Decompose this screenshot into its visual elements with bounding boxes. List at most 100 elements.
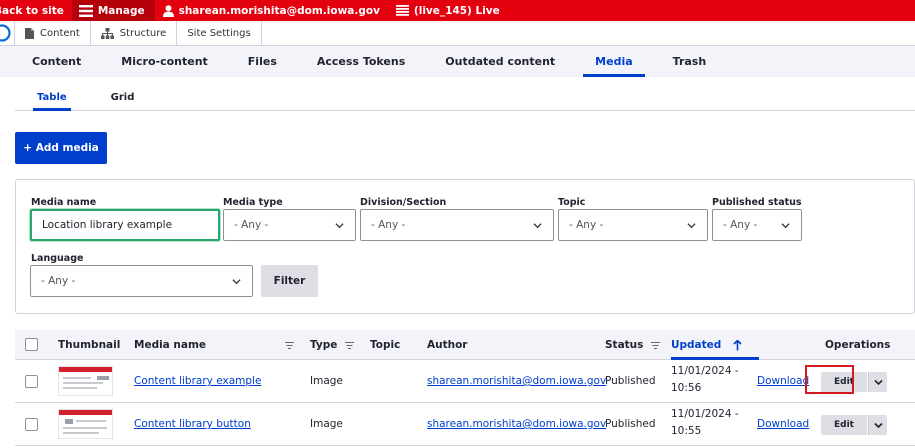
column-label: Topic	[370, 339, 401, 351]
updated-time: 10:56	[671, 382, 702, 394]
tab-label: Micro-content	[121, 55, 208, 68]
filter-button[interactable]: Filter	[261, 265, 318, 297]
select-all-checkbox[interactable]	[25, 338, 38, 351]
back-to-site-link[interactable]: Back to site	[0, 0, 72, 21]
language-label: Language	[31, 253, 84, 264]
media-name-value: Location library example	[42, 219, 173, 231]
add-media-button[interactable]: + Add media	[15, 132, 107, 164]
media-name-link[interactable]: Content library button	[134, 418, 251, 430]
operations-dropdown-button[interactable]	[868, 415, 887, 435]
division-select[interactable]: - Any -	[360, 209, 554, 241]
division-value: - Any -	[371, 219, 406, 231]
tab-files[interactable]: Files	[228, 46, 297, 77]
admin-toolbar: Back to site Manage sharean.morishita@do…	[0, 0, 915, 21]
author-link[interactable]: sharean.morishita@dom.iowa.gov	[427, 375, 606, 387]
user-menu[interactable]: sharean.morishita@dom.iowa.gov	[155, 0, 388, 21]
tab-label: Outdated content	[445, 55, 556, 68]
chevron-down-icon	[687, 223, 696, 229]
arrow-up-icon	[733, 339, 742, 351]
chevron-down-icon	[873, 422, 883, 428]
operations-dropdown-button[interactable]	[868, 372, 887, 392]
status-text: Published	[605, 375, 656, 387]
row-checkbox[interactable]	[25, 375, 38, 388]
media-type: Image	[310, 418, 343, 430]
chevron-down-icon	[781, 223, 790, 229]
tab-micro-content[interactable]: Micro-content	[101, 46, 228, 77]
list-icon	[395, 5, 409, 16]
media-name-input[interactable]: Location library example	[30, 209, 220, 241]
media-type-select[interactable]: - Any -	[223, 209, 356, 241]
media-type-value: - Any -	[234, 219, 269, 231]
updated-date: 11/01/2024 -	[671, 365, 739, 377]
tab-media[interactable]: Media	[575, 46, 652, 77]
file-icon	[25, 27, 34, 39]
author-link[interactable]: sharean.morishita@dom.iowa.gov	[427, 418, 606, 430]
secondary-tabs: Table Grid	[15, 86, 915, 111]
edit-button[interactable]: Edit	[821, 415, 867, 435]
column-status[interactable]: Status	[605, 330, 661, 360]
column-label: Type	[310, 339, 338, 351]
column-media-name[interactable]: Media name	[134, 330, 294, 360]
published-status-label: Published status	[712, 197, 802, 208]
column-label: Author	[427, 339, 468, 351]
updated-date: 11/01/2024 -	[671, 408, 739, 420]
drupal-logo-icon[interactable]	[0, 21, 14, 45]
column-topic: Topic	[370, 330, 400, 360]
media-type-label: Media type	[223, 197, 283, 208]
row-checkbox[interactable]	[25, 418, 38, 431]
environment-label: (live_145) Live	[413, 4, 500, 17]
tray-item-content[interactable]: Content	[14, 21, 91, 45]
column-label: Media name	[134, 339, 207, 351]
tab-label: Files	[247, 55, 277, 68]
language-select[interactable]: - Any -	[30, 265, 253, 297]
status-text: Published	[605, 418, 656, 430]
tab-label: Access Tokens	[316, 55, 406, 68]
column-label: Thumbnail	[58, 339, 121, 351]
tab-content[interactable]: Content	[12, 46, 101, 77]
tab-access-tokens[interactable]: Access Tokens	[297, 46, 425, 77]
tab-table[interactable]: Table	[15, 86, 89, 111]
manage-button[interactable]: Manage	[71, 0, 155, 21]
column-label: Updated	[671, 339, 722, 351]
tray-item-label: Content	[40, 27, 80, 39]
media-name-label: Media name	[31, 197, 97, 208]
tab-grid[interactable]: Grid	[89, 86, 157, 110]
tray-item-structure[interactable]: Structure	[91, 21, 178, 45]
sort-icon	[651, 341, 661, 349]
chevron-down-icon	[533, 223, 542, 229]
sort-icon	[345, 341, 355, 349]
user-icon	[162, 4, 174, 17]
back-to-site-label: Back to site	[0, 4, 64, 17]
chevron-down-icon	[232, 279, 241, 285]
hamburger-icon	[78, 4, 93, 17]
published-status-select[interactable]: - Any -	[712, 209, 802, 241]
tab-outdated-content[interactable]: Outdated content	[425, 46, 575, 77]
filter-panel: Media name Location library example Medi…	[15, 179, 915, 314]
download-link[interactable]: Download	[757, 418, 809, 430]
thumbnail-image	[58, 366, 113, 396]
tab-trash[interactable]: Trash	[653, 46, 727, 77]
environment-menu[interactable]: (live_145) Live	[388, 0, 508, 21]
manage-label: Manage	[97, 4, 145, 17]
column-updated[interactable]: Updated	[671, 330, 742, 360]
table-row: Content library example Image sharean.mo…	[15, 360, 915, 403]
tab-label: Table	[37, 92, 67, 103]
chevron-down-icon	[873, 379, 883, 385]
language-value: - Any -	[41, 275, 76, 287]
tray-item-site-settings[interactable]: Site Settings	[177, 21, 262, 45]
column-author: Author	[427, 330, 468, 360]
tab-label: Trash	[672, 55, 707, 68]
user-label: sharean.morishita@dom.iowa.gov	[178, 4, 380, 17]
download-link[interactable]: Download	[757, 375, 809, 387]
primary-tabs: Content Micro-content Files Access Token…	[0, 46, 915, 77]
column-type[interactable]: Type	[310, 330, 355, 360]
media-name-link[interactable]: Content library example	[134, 375, 261, 387]
thumbnail-image	[58, 409, 113, 439]
published-status-value: - Any -	[723, 219, 758, 231]
sort-icon	[285, 341, 294, 349]
highlight-annotation-box	[805, 365, 854, 394]
tab-label: Grid	[110, 92, 135, 103]
table-row: Content library button Image sharean.mor…	[15, 403, 915, 446]
topic-select[interactable]: - Any -	[558, 209, 708, 241]
chevron-down-icon	[335, 223, 344, 229]
